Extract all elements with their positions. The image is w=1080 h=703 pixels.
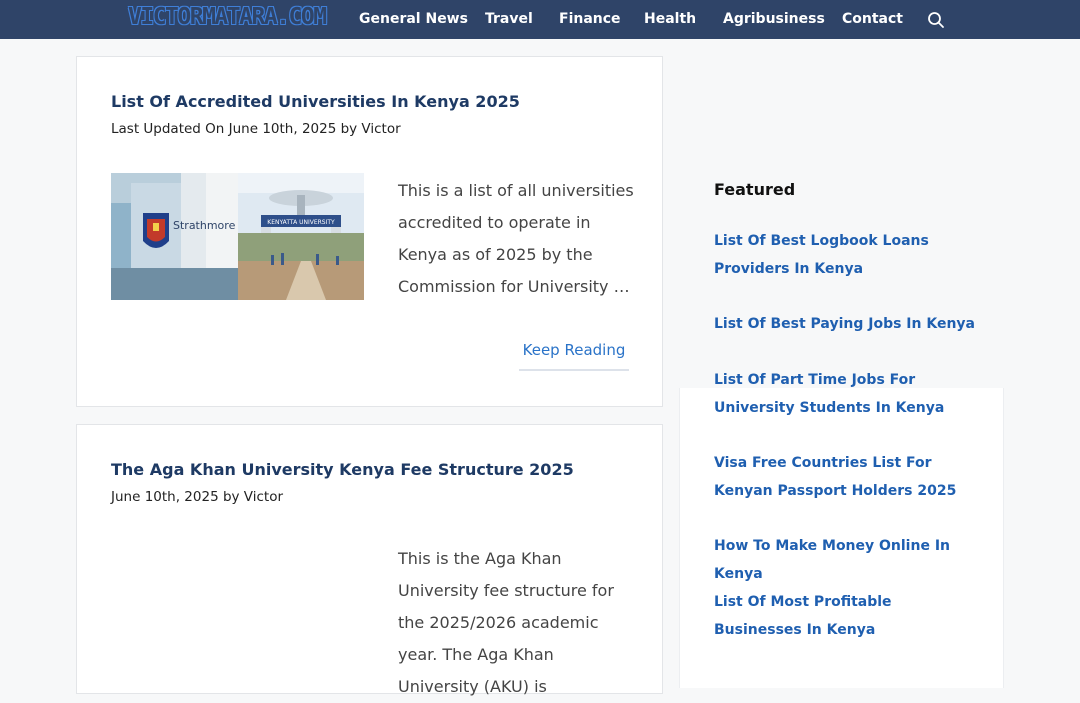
nav-agribusiness[interactable]: Agribusiness xyxy=(723,11,825,27)
post-meta: Last Updated On June 10th, 2025 by Victo… xyxy=(111,121,401,137)
search-icon[interactable] xyxy=(927,11,945,29)
post-title[interactable]: List Of Accredited Universities In Kenya… xyxy=(111,92,520,111)
site-header: VICTORMATARA.COM General News Travel Fin… xyxy=(0,0,1080,39)
post-thumbnail[interactable]: Strathmore KENYATTA UNIVERSITY xyxy=(111,173,364,300)
featured-link[interactable]: List Of Most Profitable Businesses In Ke… xyxy=(714,589,979,644)
post-excerpt: This is a list of all universities accre… xyxy=(398,181,634,296)
post-card: The Aga Khan University Kenya Fee Struct… xyxy=(76,424,663,696)
site-logo[interactable]: VICTORMATARA.COM xyxy=(128,4,327,30)
featured-link[interactable]: List Of Part Time Jobs For University St… xyxy=(714,367,979,422)
post-card: List Of Accredited Universities In Kenya… xyxy=(76,56,663,407)
thumbnail-text-left: Strathmore xyxy=(173,219,236,232)
post-title[interactable]: The Aga Khan University Kenya Fee Struct… xyxy=(111,460,574,479)
thumbnail-text-right: KENYATTA UNIVERSITY xyxy=(267,219,335,226)
featured-link[interactable]: Visa Free Countries List For Kenyan Pass… xyxy=(714,450,979,505)
featured-link[interactable]: List Of Best Logbook Loans Providers In … xyxy=(714,228,979,283)
nav-health[interactable]: Health xyxy=(644,11,696,27)
nav-finance[interactable]: Finance xyxy=(559,11,621,27)
featured-heading: Featured xyxy=(714,180,796,199)
featured-link[interactable]: List Of Best Paying Jobs In Kenya xyxy=(714,311,979,339)
featured-link[interactable]: How To Make Money Online In Kenya xyxy=(714,533,979,588)
keep-reading-link[interactable]: Keep Reading xyxy=(519,341,629,371)
nav-travel[interactable]: Travel xyxy=(485,11,533,27)
nav-contact[interactable]: Contact xyxy=(842,11,903,27)
nav-general-news[interactable]: General News xyxy=(359,11,468,27)
post-meta: June 10th, 2025 by Victor xyxy=(111,489,284,505)
post-excerpt: This is the Aga Khan University fee stru… xyxy=(398,549,614,696)
